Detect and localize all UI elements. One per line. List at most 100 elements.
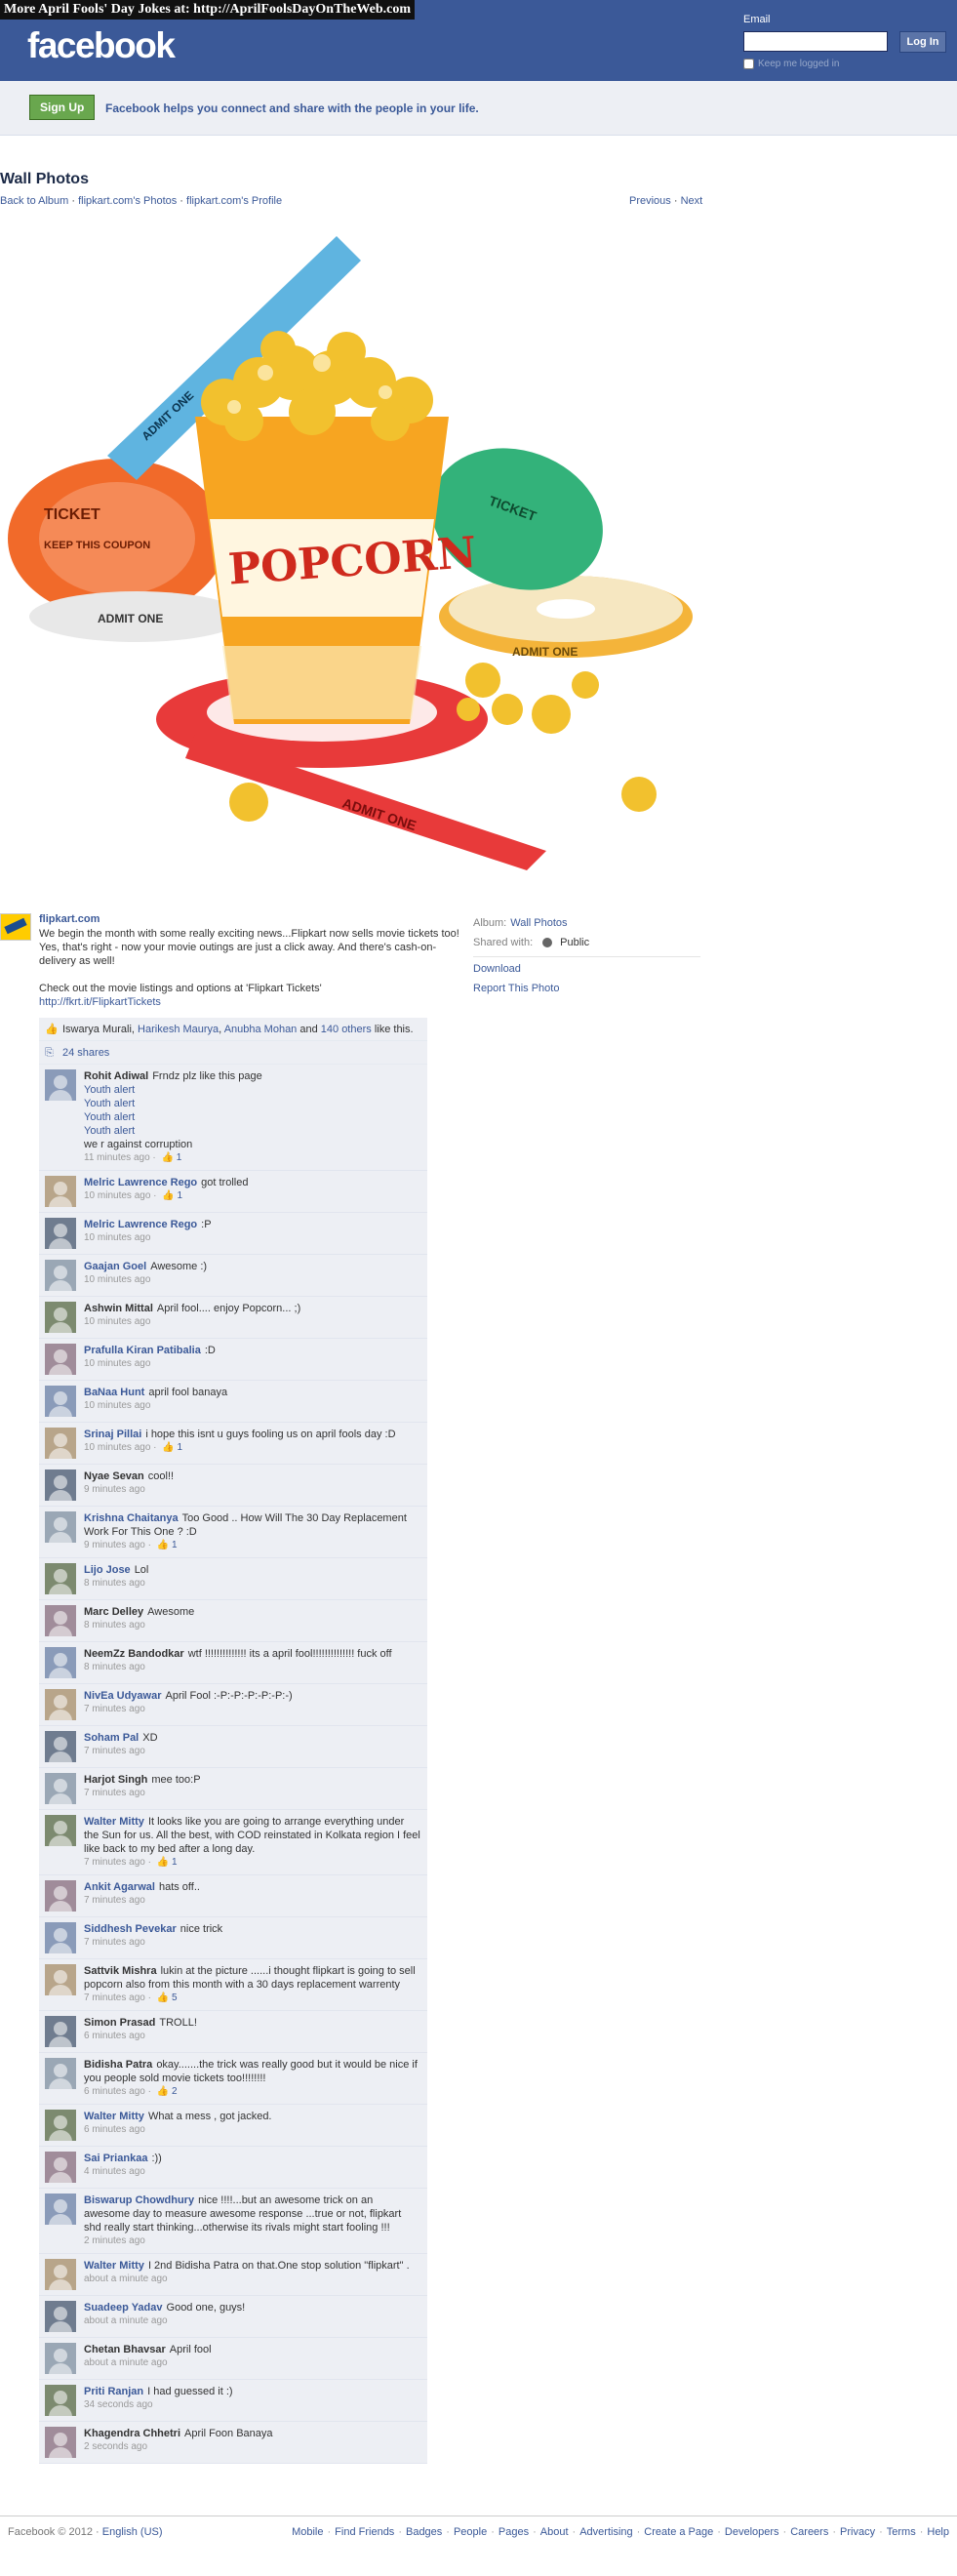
- commenter-avatar[interactable]: [45, 1563, 76, 1594]
- login-button[interactable]: Log In: [899, 31, 946, 53]
- commenter-name[interactable]: Srinaj Pillai: [84, 1429, 141, 1440]
- commenter-avatar[interactable]: [45, 1511, 76, 1543]
- comment-timestamp[interactable]: 10 minutes ago: [84, 1316, 150, 1327]
- commenter-avatar[interactable]: [45, 2427, 76, 2458]
- previous-link[interactable]: Previous: [629, 195, 671, 207]
- commenter-avatar[interactable]: [45, 2301, 76, 2332]
- comment-timestamp[interactable]: 6 minutes ago: [84, 2086, 145, 2097]
- comment-timestamp[interactable]: 10 minutes ago: [84, 1400, 150, 1411]
- footer-link[interactable]: People: [454, 2526, 487, 2538]
- comment-timestamp[interactable]: 9 minutes ago: [84, 1540, 145, 1550]
- footer-link[interactable]: Privacy: [840, 2526, 875, 2538]
- report-photo-link[interactable]: Report This Photo: [473, 983, 700, 1002]
- commenter-name[interactable]: Prafulla Kiran Patibalia: [84, 1345, 201, 1356]
- footer-link[interactable]: Pages: [498, 2526, 529, 2538]
- commenter-avatar[interactable]: [45, 1428, 76, 1459]
- comment-timestamp[interactable]: 7 minutes ago: [84, 1857, 145, 1868]
- comment-like-count[interactable]: 👍 1: [162, 1190, 182, 1201]
- commenter-name[interactable]: Krishna Chaitanya: [84, 1512, 179, 1524]
- flipkart-tickets-link[interactable]: http://fkrt.it/FlipkartTickets: [39, 996, 161, 1008]
- commenter-avatar[interactable]: [45, 1176, 76, 1207]
- keep-logged-in-checkbox[interactable]: [743, 59, 754, 69]
- commenter-avatar[interactable]: [45, 1469, 76, 1501]
- comment-link-line[interactable]: Youth alert: [84, 1111, 135, 1123]
- popcorn-photo[interactable]: ADMIT ONE ADMIT ONE TICKET TICKET KEEP T…: [0, 226, 700, 900]
- comment-timestamp[interactable]: 7 minutes ago: [84, 1788, 145, 1798]
- commenter-avatar[interactable]: [45, 1344, 76, 1375]
- comment-timestamp[interactable]: 10 minutes ago: [84, 1232, 150, 1243]
- comment-timestamp[interactable]: 10 minutes ago: [84, 1442, 150, 1453]
- commenter-name[interactable]: Walter Mitty: [84, 2111, 144, 2122]
- comment-timestamp[interactable]: 2 seconds ago: [84, 2441, 147, 2452]
- comment-link-line[interactable]: Youth alert: [84, 1125, 135, 1137]
- comment-timestamp[interactable]: 10 minutes ago: [84, 1358, 150, 1369]
- comment-timestamp[interactable]: 7 minutes ago: [84, 1895, 145, 1906]
- footer-link[interactable]: Mobile: [292, 2526, 323, 2538]
- facebook-logo[interactable]: facebook: [27, 25, 176, 66]
- commenter-avatar[interactable]: [45, 1773, 76, 1804]
- commenter-avatar[interactable]: [45, 2152, 76, 2183]
- comment-timestamp[interactable]: 4 minutes ago: [84, 2166, 145, 2177]
- commenter-name[interactable]: Walter Mitty: [84, 2260, 144, 2272]
- commenter-avatar[interactable]: [45, 1647, 76, 1678]
- commenter-avatar[interactable]: [45, 1302, 76, 1333]
- commenter-name[interactable]: Soham Pal: [84, 1732, 139, 1744]
- commenter-name[interactable]: Siddhesh Pevekar: [84, 1923, 177, 1935]
- commenter-avatar[interactable]: [45, 2058, 76, 2089]
- comment-link-line[interactable]: Youth alert: [84, 1084, 135, 1096]
- footer-link[interactable]: About: [540, 2526, 569, 2538]
- comment-link-line[interactable]: Youth alert: [84, 1098, 135, 1109]
- commenter-avatar[interactable]: [45, 2110, 76, 2141]
- footer-link[interactable]: Badges: [406, 2526, 442, 2538]
- footer-link[interactable]: Find Friends: [335, 2526, 394, 2538]
- album-link[interactable]: Wall Photos: [510, 917, 567, 929]
- commenter-avatar[interactable]: [45, 1218, 76, 1249]
- footer-link[interactable]: Create a Page: [644, 2526, 713, 2538]
- commenter-name[interactable]: Priti Ranjan: [84, 2386, 143, 2397]
- comment-timestamp[interactable]: 9 minutes ago: [84, 1484, 145, 1495]
- commenter-avatar[interactable]: [45, 2259, 76, 2290]
- back-to-album-link[interactable]: Back to Album: [0, 195, 68, 207]
- commenter-avatar[interactable]: [45, 2016, 76, 2047]
- next-link[interactable]: Next: [681, 195, 703, 207]
- download-link[interactable]: Download: [473, 963, 700, 983]
- commenter-name[interactable]: Walter Mitty: [84, 1816, 144, 1828]
- commenter-name[interactable]: Gaajan Goel: [84, 1261, 146, 1272]
- comment-timestamp[interactable]: 6 minutes ago: [84, 2031, 145, 2041]
- commenter-avatar[interactable]: [45, 1689, 76, 1720]
- photos-link[interactable]: flipkart.com's Photos: [78, 195, 177, 207]
- email-field[interactable]: [743, 31, 888, 52]
- profile-link[interactable]: flipkart.com's Profile: [186, 195, 282, 207]
- commenter-avatar[interactable]: [45, 1922, 76, 1953]
- comment-timestamp[interactable]: 34 seconds ago: [84, 2399, 153, 2410]
- commenter-avatar[interactable]: [45, 2194, 76, 2225]
- commenter-name[interactable]: Suadeep Yadav: [84, 2302, 163, 2314]
- footer-link[interactable]: Developers: [725, 2526, 779, 2538]
- comment-timestamp[interactable]: 7 minutes ago: [84, 1992, 145, 2003]
- comment-like-count[interactable]: 👍 1: [162, 1152, 182, 1163]
- footer-link[interactable]: Careers: [790, 2526, 828, 2538]
- flipkart-avatar[interactable]: [0, 913, 31, 941]
- shares-link[interactable]: 24 shares: [62, 1047, 109, 1059]
- commenter-avatar[interactable]: [45, 1880, 76, 1912]
- commenter-name[interactable]: Sai Priankaa: [84, 2153, 147, 2164]
- comment-timestamp[interactable]: 8 minutes ago: [84, 1620, 145, 1630]
- comment-timestamp[interactable]: 10 minutes ago: [84, 1190, 150, 1201]
- post-author-link[interactable]: flipkart.com: [39, 913, 100, 925]
- comment-like-count[interactable]: 👍 2: [157, 2086, 178, 2097]
- commenter-avatar[interactable]: [45, 2385, 76, 2416]
- commenter-avatar[interactable]: [45, 1964, 76, 1995]
- comment-timestamp[interactable]: 8 minutes ago: [84, 1578, 145, 1589]
- commenter-name[interactable]: NivEa Udyawar: [84, 1690, 161, 1702]
- commenter-avatar[interactable]: [45, 1815, 76, 1846]
- commenter-name[interactable]: Lijo Jose: [84, 1564, 131, 1576]
- comment-timestamp[interactable]: 2 minutes ago: [84, 2235, 145, 2246]
- comment-timestamp[interactable]: 7 minutes ago: [84, 1937, 145, 1948]
- comment-like-count[interactable]: 👍 1: [157, 1857, 178, 1868]
- commenter-name[interactable]: Melric Lawrence Rego: [84, 1177, 197, 1188]
- comment-like-count[interactable]: 👍 1: [157, 1540, 178, 1550]
- comment-timestamp[interactable]: 11 minutes ago: [84, 1152, 150, 1163]
- language-link[interactable]: English (US): [102, 2526, 163, 2538]
- footer-link[interactable]: Terms: [887, 2526, 916, 2538]
- commenter-name[interactable]: Biswarup Chowdhury: [84, 2194, 194, 2206]
